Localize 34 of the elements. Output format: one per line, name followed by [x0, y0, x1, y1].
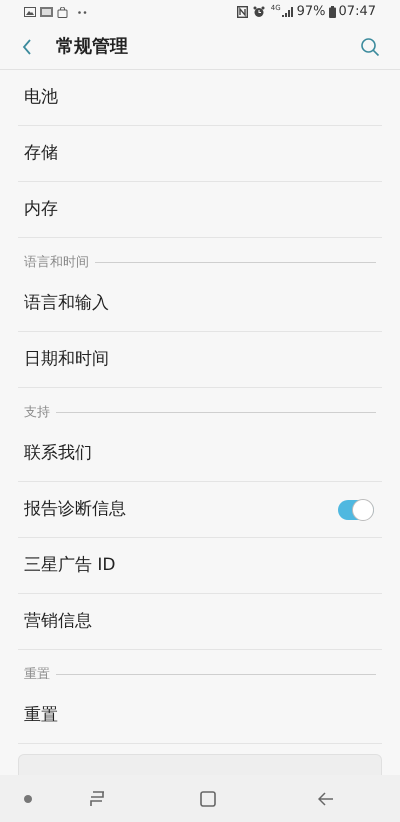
bag-icon [57, 6, 68, 18]
more-icon [78, 10, 87, 14]
clock-time: 07:47 [338, 3, 376, 22]
home-button[interactable] [199, 790, 217, 808]
page-title: 常规管理 [56, 35, 128, 59]
setting-item[interactable]: 联系我们 [24, 440, 92, 466]
section-header: 支持 [24, 406, 50, 419]
battery-percent: 97% [296, 3, 326, 22]
setting-item[interactable]: 报告诊断信息 [24, 496, 126, 522]
setting-item[interactable]: 电池 [24, 84, 58, 110]
setting-item[interactable]: 日期和时间 [24, 346, 109, 372]
app-icon [40, 7, 53, 17]
toggle-switch[interactable] [338, 500, 374, 520]
section-header: 重置 [24, 668, 50, 681]
nfc-icon [236, 6, 248, 18]
recents-button[interactable] [87, 788, 107, 808]
signal-icon [282, 7, 294, 17]
home-icon [200, 790, 216, 806]
search-icon [360, 36, 380, 56]
back-nav-button[interactable] [317, 790, 335, 808]
setting-item[interactable]: 三星广告 ID [24, 552, 116, 578]
dot-button[interactable] [24, 794, 32, 802]
alarm-icon [252, 6, 265, 18]
back-icon [22, 38, 32, 54]
battery-icon [328, 6, 336, 18]
back-arrow-icon [318, 792, 334, 806]
section-header: 语言和时间 [24, 256, 89, 269]
setting-item[interactable]: 内存 [24, 196, 58, 222]
image-icon [24, 7, 36, 17]
setting-item[interactable]: 存储 [24, 140, 58, 166]
setting-item[interactable]: 语言和输入 [24, 290, 109, 316]
setting-item[interactable]: 重置 [24, 702, 58, 728]
recents-icon [89, 790, 105, 806]
setting-item[interactable]: 营销信息 [24, 608, 92, 634]
